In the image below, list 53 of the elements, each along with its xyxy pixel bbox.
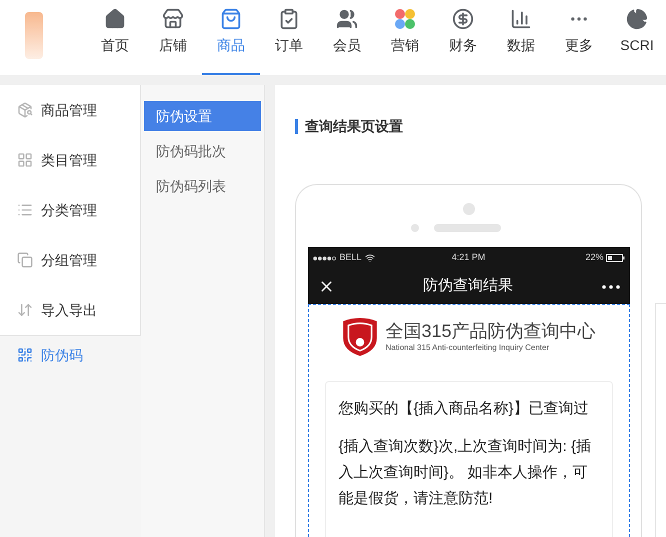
sidebar-item[interactable]: 分类管理 <box>0 185 140 235</box>
coin-icon <box>452 8 474 30</box>
bar-chart-icon <box>510 8 532 30</box>
nav-tab[interactable]: 店铺 <box>144 0 202 75</box>
users-icon <box>336 8 358 30</box>
store-icon <box>162 8 184 30</box>
clock-label: 4:21 PM <box>450 251 486 264</box>
sidebar-item[interactable]: 导入导出 <box>0 285 140 335</box>
sidebar-item[interactable]: 类目管理 <box>0 135 140 185</box>
signal-icon <box>312 256 336 260</box>
nav-tab[interactable]: 首页 <box>86 0 144 75</box>
camera-icon <box>462 203 474 215</box>
shield-emblem-icon <box>341 317 380 357</box>
battery-label: 22% <box>585 251 604 264</box>
pie-chart-icon <box>626 8 648 30</box>
nav-tab[interactable]: 数据 <box>492 0 550 75</box>
nav-tab[interactable]: 订单 <box>260 0 318 75</box>
nav-tab[interactable]: 商品 <box>202 0 260 75</box>
brand-name: 全国315产品防伪查询中心 <box>385 320 596 342</box>
copy-icon <box>17 252 33 268</box>
home-icon <box>104 8 126 30</box>
logo-placeholder <box>25 12 43 59</box>
submenu-item[interactable]: 防伪码批次 <box>144 136 261 166</box>
four-petal-icon <box>394 8 416 30</box>
message-paragraph: {插入查询次数}次,上次查询时间为: {插入上次查询时间}。 如非本人操作，可能是假货，请注意防范! <box>338 437 592 509</box>
screen-title: 防伪查询结果 <box>422 276 514 296</box>
speaker-icon <box>434 224 501 232</box>
grid-icon <box>17 152 33 168</box>
clipboard-icon <box>278 8 300 30</box>
brand-subtitle: National 315 Anti-counterfeiting Inquiry Center <box>385 342 550 354</box>
battery-icon <box>606 254 624 262</box>
shopping-bag-icon <box>220 8 242 30</box>
submenu-item[interactable]: 防伪码列表 <box>144 171 261 201</box>
carrier-label: BELL <box>340 251 362 264</box>
sensor-icon <box>411 224 419 232</box>
nav-tab[interactable]: 更多 <box>550 0 608 75</box>
more-icon[interactable] <box>571 17 587 21</box>
title-marker <box>295 119 298 134</box>
more-icon[interactable] <box>602 284 620 288</box>
submenu-item[interactable]: 防伪设置 <box>144 101 261 131</box>
nav-tab[interactable]: SCRI <box>608 0 666 75</box>
sidebar-item[interactable]: 商品管理 <box>0 85 140 135</box>
message-paragraph: 您购买的【{插入商品名称}】已查询过 <box>338 399 590 419</box>
qr-code-icon <box>17 347 33 363</box>
wifi-icon <box>364 253 375 263</box>
nav-tab[interactable]: 营销 <box>376 0 434 75</box>
list-icon <box>17 202 33 218</box>
nav-tab[interactable]: 财务 <box>434 0 492 75</box>
sidebar-item[interactable]: 分组管理 <box>0 235 140 285</box>
goods-icon <box>17 102 33 118</box>
transfer-icon <box>17 302 33 318</box>
nav-tab[interactable]: 会员 <box>318 0 376 75</box>
section-title: 查询结果页设置 <box>305 117 403 136</box>
